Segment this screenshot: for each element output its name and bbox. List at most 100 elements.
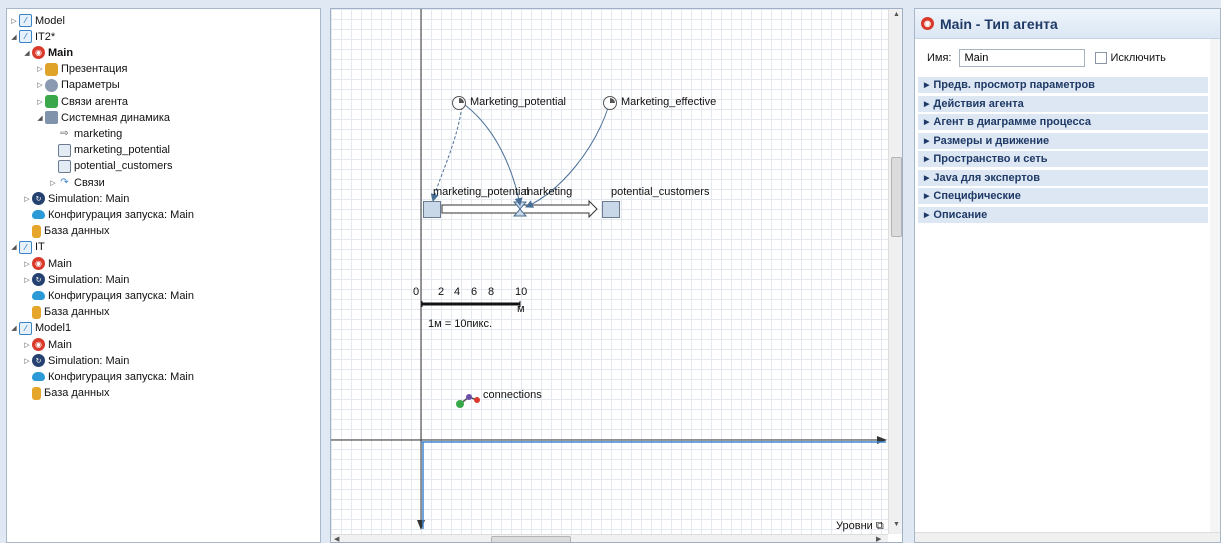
expand-toggle-icon[interactable]: ◢ [35,114,45,122]
model-icon: ⁄ [19,321,32,335]
section-4[interactable]: ▶ Пространство и сеть [918,151,1208,168]
properties-header: ◉ Main - Тип агента [915,9,1220,39]
expand-toggle-icon[interactable]: ▷ [48,179,58,187]
stock-marketing-potential-label[interactable]: marketing_potential [433,186,529,198]
expand-toggle-icon[interactable]: ▷ [22,276,32,284]
tree-item-2[interactable]: ◢ ◉ Main [22,44,73,61]
tree-item-15[interactable]: ▷ ◉ Main [22,255,72,272]
sim-icon: ↻ [32,273,45,287]
tree-item-0[interactable]: ▷ ⁄ Model [9,12,65,29]
expand-toggle-icon[interactable]: ▷ [9,17,19,25]
scale-tick-2: 2 [438,286,445,298]
properties-panel: ◉ Main - Тип агента Имя: Исключить ▶Пред… [914,8,1221,543]
expand-toggle-icon[interactable]: ▷ [22,260,32,268]
connections-label[interactable]: connections [483,389,542,401]
tree-item-19[interactable]: ◢ ⁄ Model1 [9,320,71,337]
tree-item-17[interactable]: Конфигурация запуска: Main [22,287,194,304]
scroll-down-icon[interactable]: ▼ [893,521,900,528]
section-1[interactable]: ▶ Действия агента [918,95,1208,113]
expand-toggle-icon[interactable]: ▷ [22,341,32,349]
tree-item-9[interactable]: potential_customers [48,158,172,175]
project-tree-panel[interactable]: ▷ ⁄ Model ◢ ⁄ IT2* ◢ ◉ Main ▷ Презентация ▷ Параметр… [6,8,321,543]
canvas-horizontal-scrollbar[interactable]: ◀ ▶ [331,534,888,542]
tree-item-8[interactable]: marketing_potential [48,142,170,159]
name-label: Имя: [927,52,952,64]
expand-toggle-icon[interactable]: ▷ [22,357,32,365]
tree-item-16[interactable]: ▷ ↻ Simulation: Main [22,271,129,288]
section-2[interactable]: ▶ Агент в диаграмме процесса [918,114,1208,131]
tree-item-20[interactable]: ▷ ◉ Main [22,336,72,353]
tree-item-14[interactable]: ◢ ⁄ IT [9,239,45,256]
scroll-left-icon[interactable]: ◀ [334,535,339,542]
tree-item-13[interactable]: База данных [22,223,110,240]
tree-item-21[interactable]: ▷ ↻ Simulation: Main [22,352,129,369]
expand-toggle-icon[interactable]: ▷ [35,81,45,89]
expand-section-icon: ▶ [924,119,930,126]
scroll-right-icon[interactable]: ▶ [876,535,881,542]
exclude-checkbox[interactable]: Исключить [1095,52,1166,64]
name-row: Имя: Исключить [927,49,1166,67]
connections-icon-dot-green [456,400,464,408]
tree-item-7[interactable]: ⇨ marketing [48,125,122,142]
links-icon [45,95,58,108]
param-marketing-potential-label[interactable]: Marketing_potential [470,96,566,108]
editor-canvas[interactable]: Marketing_potential Marketing_effective … [331,9,888,534]
flow-marketing-label[interactable]: marketing [524,186,572,198]
tree-item-11[interactable]: ▷ ↻ Simulation: Main [22,190,129,207]
expand-section-icon: ▶ [924,193,930,200]
scale-tick-0: 0 [413,286,420,298]
expand-toggle-icon[interactable]: ◢ [9,324,19,332]
graphical-editor[interactable]: Marketing_potential Marketing_effective … [330,8,903,543]
expand-toggle-icon[interactable]: ◢ [9,33,19,41]
exclude-checkbox-box[interactable] [1095,52,1108,64]
expand-toggle-icon[interactable]: ▷ [35,65,45,73]
tree-item-label: Связи агента [61,95,128,108]
section-5[interactable]: ▶ Java для экспертов [918,169,1208,187]
section-0[interactable]: ▶ Предв. просмотр параметров [918,77,1208,94]
tree-item-22[interactable]: Конфигурация запуска: Main [22,368,194,385]
param-marketing-potential-icon[interactable] [452,96,466,110]
conn-icon: ↷ [60,177,69,188]
stock-marketing-potential[interactable] [423,201,441,218]
tree-item-5[interactable]: ▷ Связи агента [35,93,128,110]
section-label: Агент в диаграмме процесса [933,116,1091,128]
canvas-vscroll-thumb[interactable] [891,157,902,237]
expand-section-icon: ▶ [924,174,930,182]
tree-item-1[interactable]: ◢ ⁄ IT2* [9,28,55,45]
scroll-up-icon[interactable]: ▲ [893,11,900,18]
tree-item-3[interactable]: ▷ Презентация [35,61,127,78]
expand-toggle-icon[interactable]: ◢ [22,49,32,57]
expand-toggle-icon[interactable]: ▷ [22,195,32,203]
section-3[interactable]: ▶ Размеры и движение [918,132,1208,150]
expand-toggle-icon[interactable]: ◢ [9,243,19,251]
tree-item-4[interactable]: ▷ Параметры [35,77,120,94]
tree-item-12[interactable]: Конфигурация запуска: Main [22,206,194,223]
tree-item-6[interactable]: ◢ Системная динамика [35,109,170,126]
model-icon: ⁄ [19,30,32,44]
stock-potential-customers[interactable] [602,201,620,218]
expand-toggle-icon[interactable]: ▷ [35,98,45,106]
param-marketing-effective-icon[interactable] [603,96,617,110]
param-marketing-effective-label[interactable]: Marketing_effective [621,96,716,108]
tree-item-18[interactable]: База данных [22,304,110,321]
sim-icon: ↻ [32,192,45,206]
main-icon: ◉ [32,46,45,60]
canvas-hscroll-thumb[interactable] [491,536,571,542]
connections-icon-dot-purple [466,394,472,400]
section-7[interactable]: ▶ Описание [918,206,1208,224]
canvas-vertical-scrollbar[interactable]: ▲ ▼ [888,9,902,534]
properties-vertical-scrollbar[interactable] [1210,39,1220,542]
tree-item-label: Simulation: Main [48,273,130,286]
tree-item-10[interactable]: ▷ ↷ Связи [48,174,105,191]
diagram-svg [331,9,887,530]
levels-icon: ⧉ [875,520,884,532]
name-input[interactable] [959,49,1086,67]
model-icon: ⁄ [19,14,32,27]
section-6[interactable]: ▶ Специфические [918,188,1208,205]
tree-item-label: База данных [44,387,110,400]
tree-item-label: Main [48,46,74,59]
stock-potential-customers-label[interactable]: potential_customers [611,186,709,198]
levels-button[interactable]: Уровни ⧉ [836,520,884,533]
properties-horizontal-scrollbar[interactable] [915,532,1220,542]
tree-item-23[interactable]: База данных [22,385,110,402]
